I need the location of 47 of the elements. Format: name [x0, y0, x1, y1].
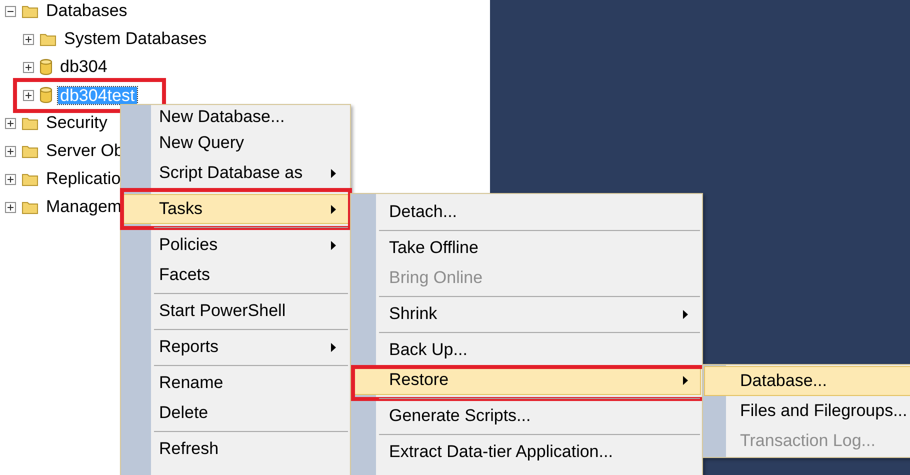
menu-item[interactable]: Files and Filegroups... — [704, 396, 910, 426]
menu-item[interactable]: New Query — [122, 128, 349, 158]
menu-item[interactable]: New Database... — [122, 105, 349, 128]
menu-item[interactable]: Refresh — [122, 434, 349, 464]
folder-icon — [22, 144, 38, 158]
menu-item[interactable]: Generate Scripts... — [352, 401, 701, 431]
database-icon — [40, 87, 52, 103]
tree-node-label[interactable]: Databases — [44, 0, 130, 24]
tree-node-label[interactable]: Security — [44, 110, 110, 136]
menu-item[interactable]: Database... — [704, 366, 910, 396]
menu-item[interactable]: Start PowerShell — [122, 296, 349, 326]
folder-icon — [22, 116, 38, 130]
menu-item[interactable]: Script Database as — [122, 158, 349, 188]
menu-item[interactable]: Back Up... — [352, 335, 701, 365]
expand-icon[interactable] — [23, 34, 34, 44]
menu-item[interactable]: Tasks — [122, 194, 349, 224]
folder-icon — [22, 200, 38, 214]
menu-item[interactable]: Take Offline — [352, 233, 701, 263]
tree-node-label[interactable]: Replicatio — [44, 166, 123, 192]
folder-icon — [22, 4, 38, 18]
tree-node-label[interactable]: Managem — [44, 194, 124, 220]
menu-item[interactable]: Delete — [122, 398, 349, 428]
expand-icon[interactable] — [23, 62, 34, 72]
menu-item[interactable]: Extract Data-tier Application... — [352, 437, 701, 467]
menu-item[interactable]: Shrink — [352, 299, 701, 329]
tree-node-label[interactable]: System Databases — [62, 26, 209, 52]
menu-item[interactable]: Rename — [122, 368, 349, 398]
expand-icon[interactable] — [5, 146, 16, 156]
menu-item[interactable]: Facets — [122, 260, 349, 290]
folder-icon — [40, 32, 56, 46]
tree-node-label[interactable]: db304 — [58, 54, 110, 80]
collapse-icon[interactable] — [5, 6, 16, 16]
submenu-arrow-icon — [331, 240, 336, 250]
submenu-arrow-icon — [331, 342, 336, 352]
database-icon — [40, 59, 52, 75]
expand-icon[interactable] — [5, 202, 16, 212]
menu-item[interactable]: Detach... — [352, 197, 701, 227]
folder-icon — [22, 172, 38, 186]
menu-item[interactable]: Reports — [122, 332, 349, 362]
expand-icon[interactable] — [23, 90, 34, 100]
expand-icon[interactable] — [5, 174, 16, 184]
expand-icon[interactable] — [5, 118, 16, 128]
submenu-arrow-icon — [683, 376, 688, 384]
menu-item[interactable]: Policies — [122, 230, 349, 260]
submenu-arrow-icon — [331, 168, 336, 178]
submenu-arrow-icon — [331, 204, 336, 214]
submenu-arrow-icon — [683, 310, 688, 318]
